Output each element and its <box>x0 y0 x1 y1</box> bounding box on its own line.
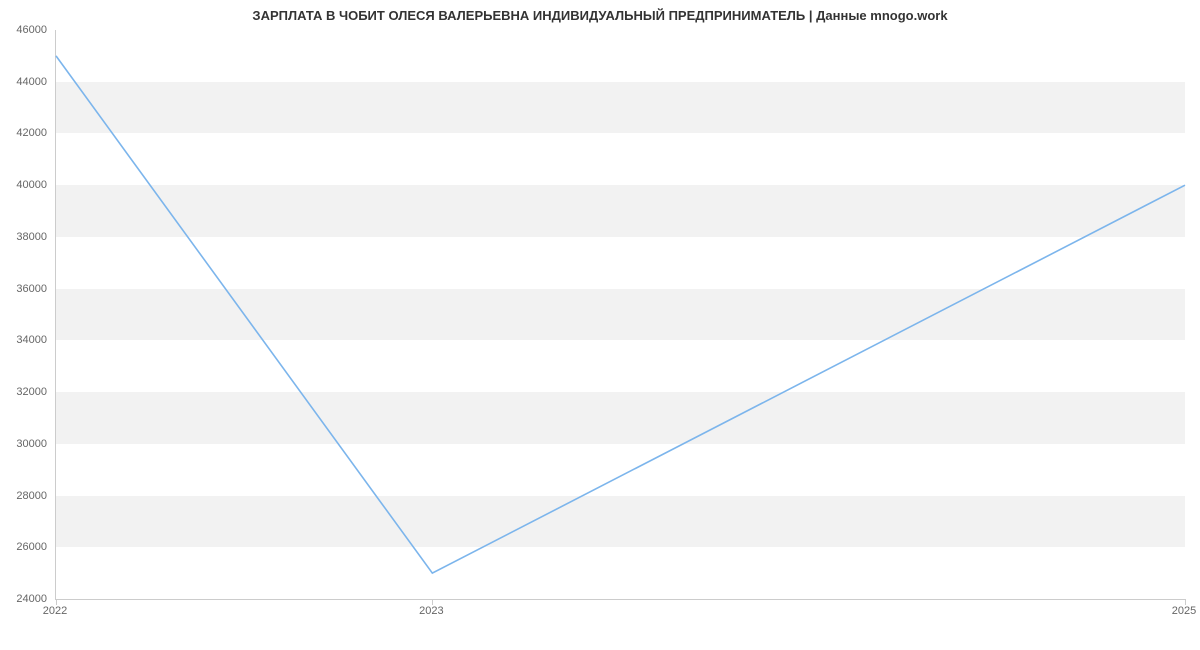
chart-title: ЗАРПЛАТА В ЧОБИТ ОЛЕСЯ ВАЛЕРЬЕВНА ИНДИВИ… <box>0 8 1200 23</box>
y-tick-label: 34000 <box>0 334 47 346</box>
x-tick-label: 2023 <box>419 605 443 617</box>
y-tick-label: 24000 <box>0 593 47 605</box>
line-chart: ЗАРПЛАТА В ЧОБИТ ОЛЕСЯ ВАЛЕРЬЕВНА ИНДИВИ… <box>0 0 1200 650</box>
y-tick-label: 28000 <box>0 490 47 502</box>
y-tick-label: 42000 <box>0 127 47 139</box>
series-line <box>56 56 1185 573</box>
x-tick-label: 2025 <box>1172 605 1196 617</box>
y-tick-label: 32000 <box>0 386 47 398</box>
y-tick-label: 36000 <box>0 283 47 295</box>
plot-area <box>55 30 1185 600</box>
y-tick-label: 46000 <box>0 24 47 36</box>
x-tick-label: 2022 <box>43 605 67 617</box>
y-tick-label: 26000 <box>0 541 47 553</box>
y-tick-label: 30000 <box>0 438 47 450</box>
data-line <box>56 30 1185 599</box>
y-tick-label: 38000 <box>0 231 47 243</box>
y-tick-label: 40000 <box>0 179 47 191</box>
y-tick-label: 44000 <box>0 76 47 88</box>
